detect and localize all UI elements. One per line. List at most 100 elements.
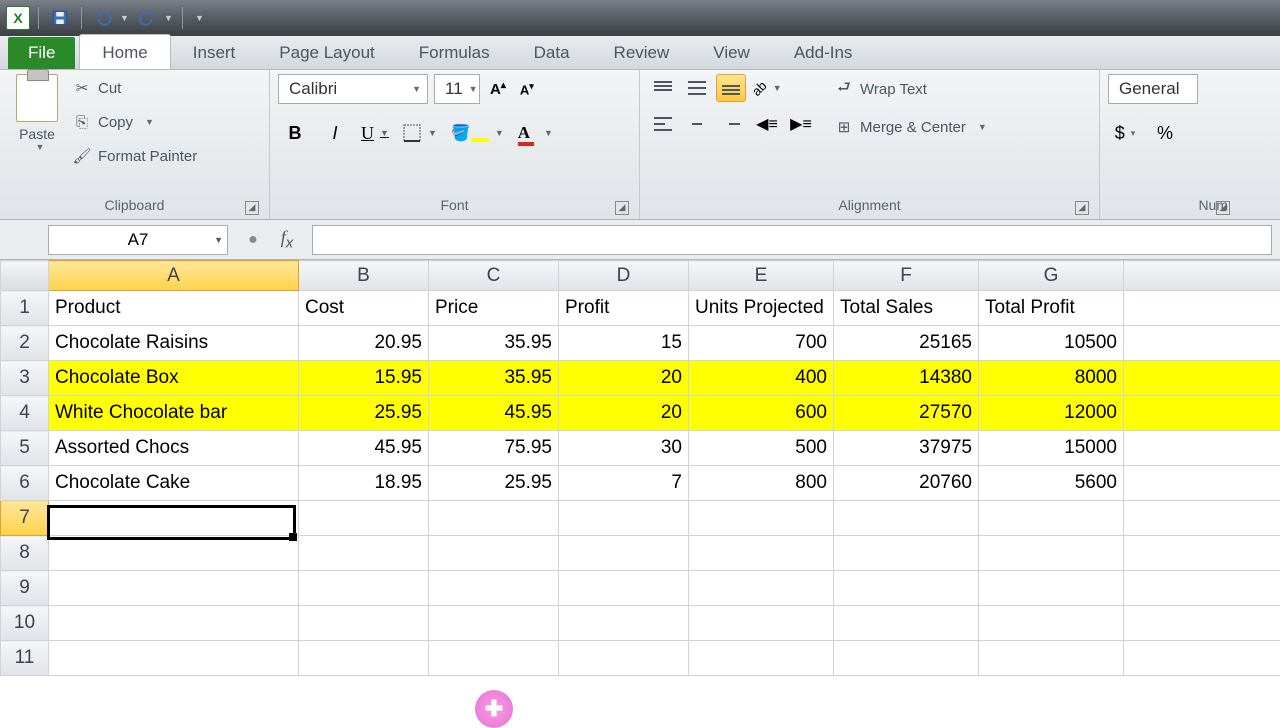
cell[interactable] xyxy=(559,501,689,536)
copy-button[interactable]: ⎘ Copy ▼ xyxy=(72,108,197,136)
cell[interactable]: 8000 xyxy=(979,361,1124,396)
number-format-combo[interactable]: General xyxy=(1108,74,1198,104)
tab-formulas[interactable]: Formulas xyxy=(397,35,512,69)
cell[interactable] xyxy=(559,641,689,676)
cell[interactable] xyxy=(49,501,299,536)
cell[interactable]: 7 xyxy=(559,466,689,501)
cell[interactable] xyxy=(834,641,979,676)
cell[interactable] xyxy=(834,571,979,606)
merge-center-button[interactable]: ⊞ Merge & Center ▼ xyxy=(834,112,987,142)
cell[interactable]: Chocolate Raisins xyxy=(49,326,299,361)
fill-color-button[interactable]: 🪣 ▼ xyxy=(447,118,508,148)
cell[interactable]: 500 xyxy=(689,431,834,466)
tab-page-layout[interactable]: Page Layout xyxy=(257,35,396,69)
cell[interactable]: 14380 xyxy=(834,361,979,396)
cell[interactable] xyxy=(689,641,834,676)
cell[interactable] xyxy=(689,571,834,606)
tab-file[interactable]: File xyxy=(8,37,75,69)
cell[interactable]: 5600 xyxy=(979,466,1124,501)
paste-dropdown[interactable]: ▼ xyxy=(36,142,45,152)
cell[interactable]: 25.95 xyxy=(299,396,429,431)
cell[interactable]: 20.95 xyxy=(299,326,429,361)
cell[interactable] xyxy=(1124,536,1280,571)
cell[interactable] xyxy=(299,641,429,676)
cell[interactable] xyxy=(429,641,559,676)
percent-format-button[interactable]: % xyxy=(1148,118,1182,148)
tab-review[interactable]: Review xyxy=(592,35,692,69)
align-center-button[interactable] xyxy=(682,110,712,138)
cell[interactable]: 20 xyxy=(559,396,689,431)
font-size-combo[interactable]: 11 ▼ xyxy=(434,74,480,104)
cell[interactable] xyxy=(49,606,299,641)
save-button[interactable] xyxy=(47,5,73,31)
cell[interactable]: 20760 xyxy=(834,466,979,501)
cell[interactable]: 15.95 xyxy=(299,361,429,396)
undo-button[interactable] xyxy=(90,5,116,31)
cell[interactable]: White Chocolate bar xyxy=(49,396,299,431)
cut-button[interactable]: ✂ Cut xyxy=(72,74,197,102)
cell[interactable]: Assorted Chocs xyxy=(49,431,299,466)
column-header-G[interactable]: G xyxy=(979,261,1124,291)
cell[interactable]: Profit xyxy=(559,291,689,326)
cell[interactable] xyxy=(834,606,979,641)
shrink-font-button[interactable]: A▾ xyxy=(516,81,538,97)
cell[interactable] xyxy=(979,641,1124,676)
align-left-button[interactable] xyxy=(648,110,678,138)
cell[interactable] xyxy=(1124,291,1280,326)
cell[interactable] xyxy=(689,606,834,641)
name-box-dropdown[interactable]: ▼ xyxy=(214,235,223,245)
cell[interactable]: 700 xyxy=(689,326,834,361)
increase-indent-button[interactable]: ▶≡ xyxy=(786,110,816,138)
select-all-corner[interactable] xyxy=(1,261,49,291)
cell[interactable]: 600 xyxy=(689,396,834,431)
column-header-B[interactable]: B xyxy=(299,261,429,291)
row-header-1[interactable]: 1 xyxy=(1,291,49,326)
cell[interactable] xyxy=(834,501,979,536)
paste-button[interactable]: Paste ▼ xyxy=(8,74,66,152)
cell[interactable] xyxy=(299,536,429,571)
align-right-button[interactable] xyxy=(716,110,746,138)
alignment-dialog-launcher[interactable]: ◢ xyxy=(1075,201,1089,215)
cell[interactable] xyxy=(979,571,1124,606)
cell[interactable] xyxy=(429,606,559,641)
cell[interactable]: 35.95 xyxy=(429,361,559,396)
cell[interactable] xyxy=(689,536,834,571)
row-header-8[interactable]: 8 xyxy=(1,536,49,571)
align-middle-button[interactable] xyxy=(682,74,712,102)
font-color-button[interactable]: A ▼ xyxy=(514,118,557,148)
row-header-11[interactable]: 11 xyxy=(1,641,49,676)
cell[interactable]: 10500 xyxy=(979,326,1124,361)
borders-button[interactable]: ▼ xyxy=(398,118,441,148)
tab-insert[interactable]: Insert xyxy=(171,35,258,69)
cell[interactable] xyxy=(49,641,299,676)
wrap-text-button[interactable]: ⮐ Wrap Text xyxy=(834,74,987,104)
column-header-E[interactable]: E xyxy=(689,261,834,291)
tab-addins[interactable]: Add-Ins xyxy=(772,35,875,69)
cell[interactable] xyxy=(1124,326,1280,361)
cell[interactable] xyxy=(429,571,559,606)
row-header-10[interactable]: 10 xyxy=(1,606,49,641)
dialog-launcher[interactable]: ◢ xyxy=(1216,201,1230,215)
row-header-2[interactable]: 2 xyxy=(1,326,49,361)
cell[interactable] xyxy=(1124,606,1280,641)
cell[interactable]: 45.95 xyxy=(429,396,559,431)
row-header-3[interactable]: 3 xyxy=(1,361,49,396)
font-name-combo[interactable]: Calibri ▼ xyxy=(278,74,428,104)
column-header-F[interactable]: F xyxy=(834,261,979,291)
bold-button[interactable]: B xyxy=(278,118,312,148)
cell[interactable] xyxy=(299,501,429,536)
cell[interactable]: 27570 xyxy=(834,396,979,431)
cell[interactable]: 15 xyxy=(559,326,689,361)
column-header-A[interactable]: A xyxy=(49,261,299,291)
row-header-7[interactable]: 7 xyxy=(1,501,49,536)
align-bottom-button[interactable] xyxy=(716,74,746,102)
underline-button[interactable]: U▼ xyxy=(358,118,392,148)
cell[interactable]: Price xyxy=(429,291,559,326)
cell[interactable] xyxy=(834,536,979,571)
cell[interactable]: 35.95 xyxy=(429,326,559,361)
cell[interactable] xyxy=(299,571,429,606)
cell[interactable] xyxy=(299,606,429,641)
cell[interactable] xyxy=(49,571,299,606)
row-header-4[interactable]: 4 xyxy=(1,396,49,431)
cell[interactable] xyxy=(1124,501,1280,536)
